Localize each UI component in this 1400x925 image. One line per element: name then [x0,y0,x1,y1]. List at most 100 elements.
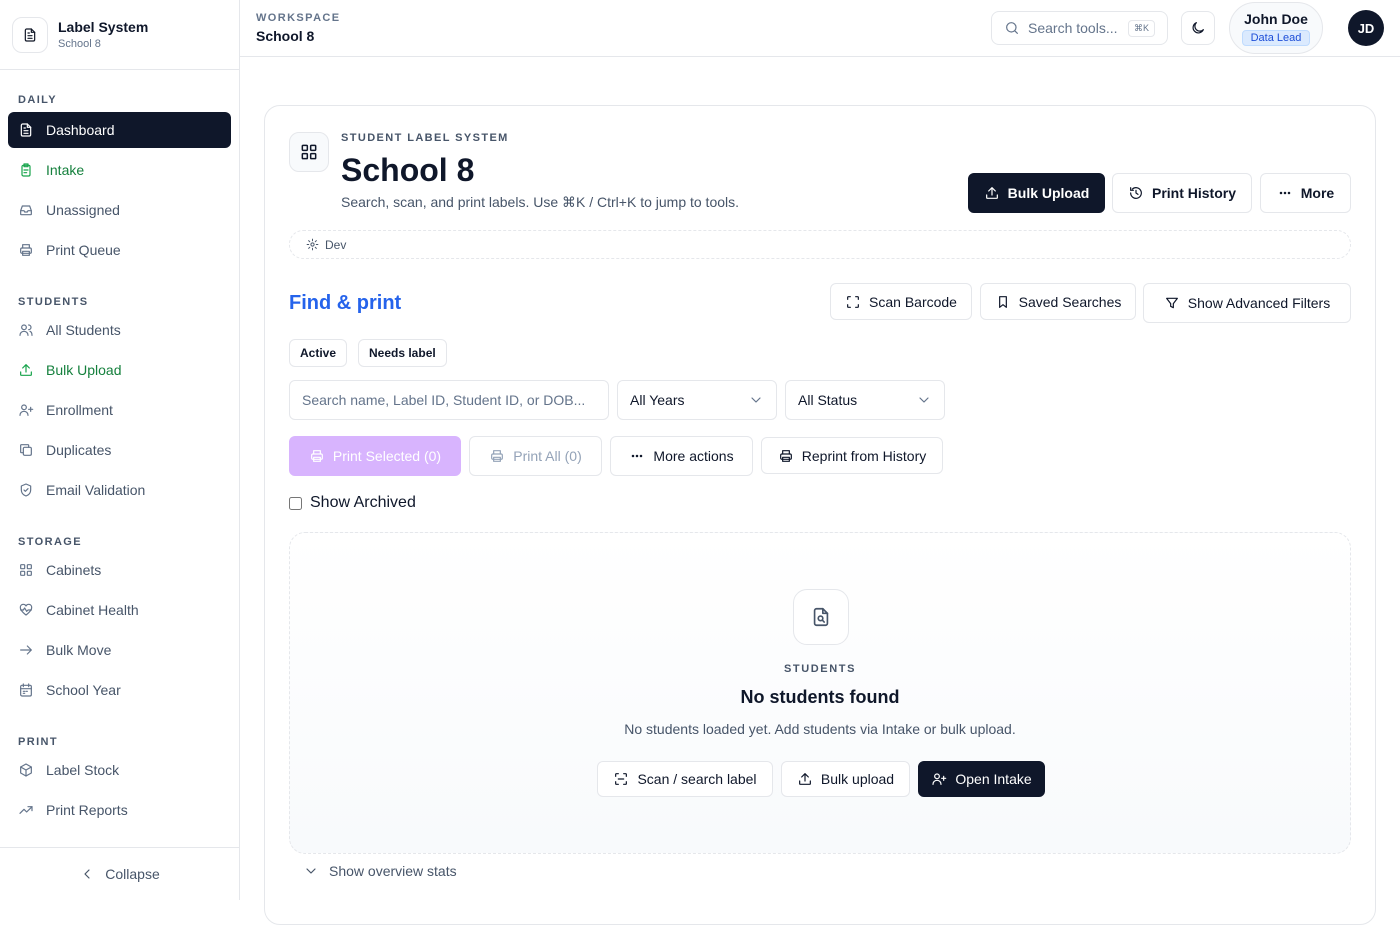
more-actions-button[interactable]: More actions [610,436,753,476]
status-select[interactable]: All Status [785,380,945,420]
sidebar-item-intake[interactable]: Intake [8,152,231,188]
year-select-value: All Years [630,392,685,408]
chip-needs-label[interactable]: Needs label [358,339,447,367]
page-eyebrow: STUDENT LABEL SYSTEM [341,132,509,144]
role-badge: Data Lead [1241,29,1311,46]
chip-active[interactable]: Active [289,339,348,367]
printer-icon [18,242,34,258]
page-description: Search, scan, and print labels. Use ⌘K /… [341,194,740,210]
more-button[interactable]: More [1260,173,1351,213]
show-overview-stats-toggle[interactable]: Show overview stats [303,863,457,879]
print-all-button[interactable]: Print All (0) [469,436,602,476]
sidebar-item-print-reports[interactable]: Print Reports [8,792,231,828]
scan-barcode-label: Scan Barcode [869,293,957,310]
gear-icon [306,238,319,251]
nav-section-label: STUDENTS [18,296,89,308]
print-selected-button[interactable]: Print Selected (0) [289,436,461,476]
sidebar-item-label: Label Stock [46,762,120,778]
tool-search-placeholder: Search tools... [1028,20,1118,36]
theme-toggle-button[interactable] [1181,11,1215,45]
inbox-icon [18,202,34,218]
sidebar-item-label: Print Queue [46,242,121,258]
sidebar-item-cabinets[interactable]: Cabinets [8,552,231,588]
brand-title: Label System [58,19,149,35]
sidebar-item-school-year[interactable]: School Year [8,672,231,708]
sidebar-item-label-stock[interactable]: Label Stock [8,752,231,788]
scan-icon [613,771,629,787]
empty-description: No students loaded yet. Add students via… [624,721,1016,737]
scan-search-label-button[interactable]: Scan / search label [597,761,773,797]
sidebar-item-unassigned[interactable]: Unassigned [8,192,231,228]
empty-eyebrow: STUDENTS [783,663,857,675]
sidebar-item-bulk-move[interactable]: Bulk Move [8,632,231,668]
page-title: School 8 [341,152,475,188]
empty-bulk-upload-button[interactable]: Bulk upload [781,761,910,797]
sidebar-item-label: Enrollment [46,402,113,418]
grid-icon [18,562,34,578]
sidebar-item-bulk-upload[interactable]: Bulk Upload [8,352,231,388]
sidebar-item-print-queue[interactable]: Print Queue [8,232,231,268]
saved-searches-label: Saved Searches [1018,293,1122,310]
printer-icon [489,448,505,464]
sidebar-item-label: Duplicates [46,442,112,458]
brand-subtitle: School 8 [58,38,101,50]
bulk-upload-button[interactable]: Bulk Upload [968,173,1105,213]
find-print-title: Find & print [289,292,402,314]
reprint-history-button[interactable]: Reprint from History [761,437,943,474]
status-select-value: All Status [798,392,858,408]
collapse-button[interactable]: Collapse [0,847,239,900]
print-all-label: Print All (0) [513,448,582,464]
scan-barcode-button[interactable]: Scan Barcode [830,283,972,320]
ellipsis-icon [629,448,645,464]
tool-search[interactable]: Search tools... ⌘K [991,11,1168,45]
trending-up-icon [18,802,34,818]
nav-section-label: STORAGE [18,536,82,548]
arrow-right-icon [18,642,34,658]
scan-icon [845,294,861,310]
empty-bulk-upload-label: Bulk upload [820,771,895,787]
sidebar-item-email-validation[interactable]: Email Validation [8,472,231,508]
student-search-input[interactable] [289,380,609,420]
nav-section-label: PRINT [18,736,58,748]
more-actions-label: More actions [653,448,734,464]
scan-search-label: Scan / search label [637,771,757,787]
heart-pulse-icon [18,602,34,618]
sidebar-item-cabinet-health[interactable]: Cabinet Health [8,592,231,628]
reprint-history-label: Reprint from History [801,447,927,464]
show-archived-label: Show Archived [310,494,416,511]
shield-check-icon [18,482,34,498]
dev-toolbar[interactable]: Dev [289,230,1351,259]
users-icon [18,322,34,338]
saved-searches-button[interactable]: Saved Searches [980,283,1136,320]
open-intake-label: Open Intake [955,771,1032,787]
main-card: STUDENT LABEL SYSTEM School 8 Search, sc… [264,105,1376,925]
workspace-name: School 8 [256,28,315,44]
sidebar-item-label: Bulk Move [46,642,112,658]
year-select[interactable]: All Years [617,380,777,420]
show-archived-checkbox[interactable] [289,496,302,510]
user-menu[interactable]: John Doe Data Lead [1229,2,1323,54]
moon-icon [1192,22,1204,34]
sidebar-item-label: School Year [46,682,121,698]
sidebar-item-label: Cabinets [46,562,102,578]
avatar[interactable]: JD [1348,10,1384,46]
nav-section-label: DAILY [18,94,57,106]
file-search-icon [793,589,849,645]
file-icon [12,16,48,53]
more-label: More [1300,185,1335,201]
sidebar-item-label: Intake [46,162,85,178]
upload-icon [984,185,1000,201]
sidebar-item-all-students[interactable]: All Students [8,312,231,348]
sidebar-item-enrollment[interactable]: Enrollment [8,392,231,428]
sidebar-item-dashboard[interactable]: Dashboard [8,112,231,148]
open-intake-button[interactable]: Open Intake [918,761,1045,797]
print-history-button[interactable]: Print History [1112,173,1252,213]
advanced-filters-button[interactable]: Show Advanced Filters [1143,283,1351,323]
show-archived-toggle[interactable]: Show Archived [289,494,416,512]
dev-label: Dev [325,237,347,252]
bulk-upload-label: Bulk Upload [1007,185,1090,201]
sidebar: Label System School 8 DAILY Dashboard Inta… [0,0,240,900]
sidebar-item-label: Bulk Upload [46,362,122,378]
sidebar-item-duplicates[interactable]: Duplicates [8,432,231,468]
chevron-down-icon [916,392,932,408]
